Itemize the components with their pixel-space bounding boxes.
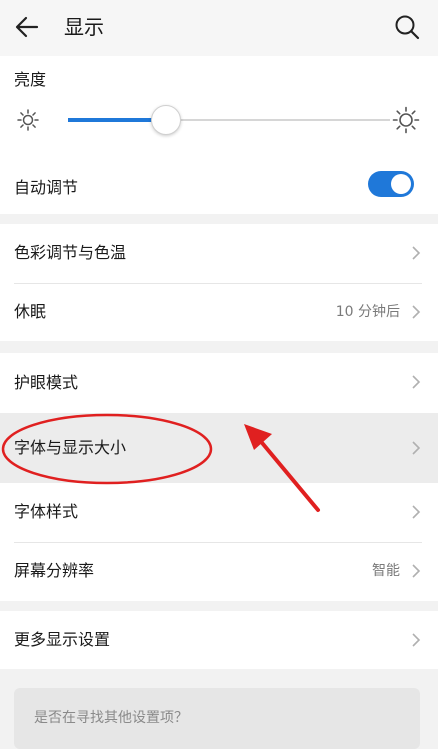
chevron-right-icon [412,505,421,519]
page-title: 显示 [64,15,104,39]
arrow-left-icon[interactable] [12,12,42,42]
settings-row-eye-comfort[interactable]: 护眼模式 [0,353,438,413]
brightness-card: 亮度 自动调节 [0,56,438,214]
auto-adjust-label: 自动调节 [14,178,79,197]
row-label: 更多显示设置 [14,630,111,649]
row-label: 色彩调节与色温 [14,243,127,262]
chevron-right-icon [412,633,421,647]
resolution-value: 智能 [372,563,400,579]
search-icon[interactable] [392,12,422,42]
row-label: 屏幕分辨率 [14,561,95,580]
brightness-label: 亮度 [14,70,47,89]
auto-adjust-toggle[interactable] [368,171,414,197]
chevron-right-icon [412,246,421,260]
row-label: 休眠 [14,302,47,321]
settings-suggestion-box[interactable]: 是否在寻找其他设置项？ [14,688,420,749]
toggle-knob [391,174,411,194]
color-sleep-card: 色彩调节与色温 休眠 10 分钟后 [0,224,438,341]
row-label: 护眼模式 [14,373,79,392]
settings-row-font-style[interactable]: 字体样式 [0,483,438,541]
settings-row-sleep[interactable]: 休眠 10 分钟后 [0,283,438,341]
sleep-value: 10 分钟后 [335,304,400,320]
settings-row-screen-resolution[interactable]: 屏幕分辨率 智能 [0,542,438,600]
top-app-bar: 显示 [0,0,438,56]
row-label: 字体样式 [14,502,79,521]
settings-row-color-temperature[interactable]: 色彩调节与色温 [0,224,438,282]
more-card: 更多显示设置 [0,611,438,669]
brightness-slider-thumb[interactable] [151,105,181,135]
suggestion-text: 是否在寻找其他设置项？ [34,710,188,726]
chevron-right-icon [412,441,421,455]
settings-row-font-display-size[interactable]: 字体与显示大小 [0,413,438,483]
eye-font-card: 护眼模式 字体与显示大小 字体样式 屏幕分辨率 智能 [0,353,438,601]
brightness-high-icon [392,106,420,134]
row-label: 字体与显示大小 [14,438,127,457]
brightness-low-icon [17,109,39,131]
settings-row-more-display-settings[interactable]: 更多显示设置 [0,611,438,669]
chevron-right-icon [412,564,421,578]
chevron-right-icon [412,375,421,389]
chevron-right-icon [412,305,421,319]
